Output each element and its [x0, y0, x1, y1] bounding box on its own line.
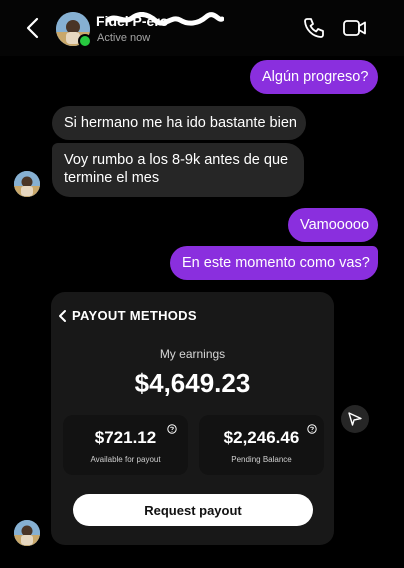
payout-header: PAYOUT METHODS: [57, 308, 257, 324]
message-received[interactable]: Si hermano me ha ido bastante bien: [52, 106, 306, 140]
available-label: Available for payout: [90, 455, 161, 464]
chevron-left-icon: [59, 310, 66, 322]
redaction-scribble: [106, 12, 224, 26]
sender-avatar[interactable]: [14, 171, 40, 197]
sender-avatar[interactable]: [14, 520, 40, 546]
video-camera-icon[interactable]: [342, 16, 368, 40]
help-icon: [307, 424, 317, 434]
pending-balance-card: $2,246.46 Pending Balance: [199, 415, 324, 475]
dm-conversation-screen: Fidel Р-ero Active now Algún progreso? S…: [0, 0, 404, 568]
contact-status: Active now: [97, 32, 151, 44]
request-payout-button: Request payout: [73, 494, 313, 526]
earnings-total: $4,649.23: [134, 368, 251, 398]
shared-payout-screenshot[interactable]: PAYOUT METHODS My earnings $4,649.23 $72…: [51, 292, 334, 545]
message-sent[interactable]: En este momento como vas?: [170, 246, 378, 280]
payout-title: PAYOUT METHODS: [72, 308, 197, 323]
share-button[interactable]: [341, 405, 369, 433]
send-icon: [348, 412, 362, 426]
chevron-left-icon[interactable]: [22, 16, 44, 40]
earnings-label: My earnings: [159, 347, 226, 361]
online-status-dot: [78, 34, 92, 48]
pending-amount: $2,246.46: [223, 428, 300, 447]
message-received[interactable]: Voy rumbo a los 8-9k antes de que termin…: [52, 143, 304, 197]
help-icon: [167, 424, 177, 434]
message-sent[interactable]: Vamooooo: [288, 208, 378, 242]
phone-icon[interactable]: [302, 16, 326, 40]
message-sent[interactable]: Algún progreso?: [250, 60, 378, 94]
chat-header: Fidel Р-ero Active now: [0, 0, 404, 56]
pending-label: Pending Balance: [231, 455, 292, 464]
available-balance-card: $721.12 Available for payout: [63, 415, 188, 475]
